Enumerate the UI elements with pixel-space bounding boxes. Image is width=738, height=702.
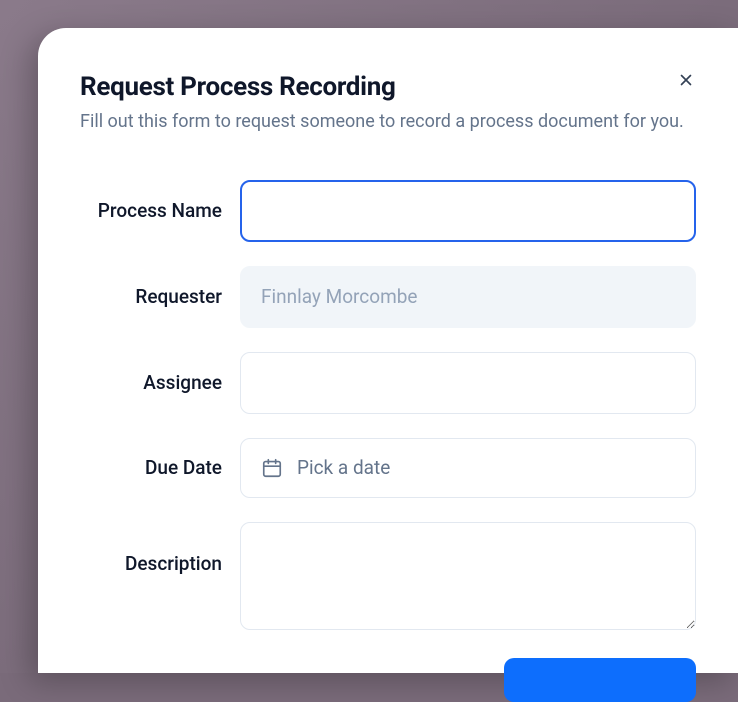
modal-subtitle: Fill out this form to request someone to…: [80, 108, 696, 136]
due-date-picker[interactable]: Pick a date: [240, 438, 696, 498]
description-wrap: [240, 522, 696, 634]
requester-label: Requester: [80, 285, 240, 308]
description-label: Description: [80, 522, 240, 575]
submit-row: [80, 658, 696, 702]
requester-row: Requester: [80, 266, 696, 328]
process-name-label: Process Name: [80, 199, 240, 222]
process-name-row: Process Name: [80, 180, 696, 242]
modal-title: Request Process Recording: [80, 72, 696, 102]
due-date-wrap: Pick a date: [240, 438, 696, 498]
assignee-input[interactable]: [240, 352, 696, 414]
close-button[interactable]: [672, 66, 700, 94]
close-icon: [677, 71, 695, 89]
requester-wrap: [240, 266, 696, 328]
due-date-label: Due Date: [80, 456, 240, 479]
requester-input: [240, 266, 696, 328]
process-name-wrap: [240, 180, 696, 242]
submit-button[interactable]: [504, 658, 696, 702]
description-row: Description: [80, 522, 696, 634]
request-process-recording-modal: Request Process Recording Fill out this …: [38, 28, 738, 673]
process-name-input[interactable]: [240, 180, 696, 242]
calendar-icon: [261, 457, 283, 479]
assignee-label: Assignee: [80, 371, 240, 394]
due-date-row: Due Date Pick a date: [80, 438, 696, 498]
modal-header: Request Process Recording Fill out this …: [80, 72, 696, 136]
assignee-row: Assignee: [80, 352, 696, 414]
assignee-wrap: [240, 352, 696, 414]
description-textarea[interactable]: [240, 522, 696, 630]
due-date-placeholder: Pick a date: [297, 456, 390, 479]
